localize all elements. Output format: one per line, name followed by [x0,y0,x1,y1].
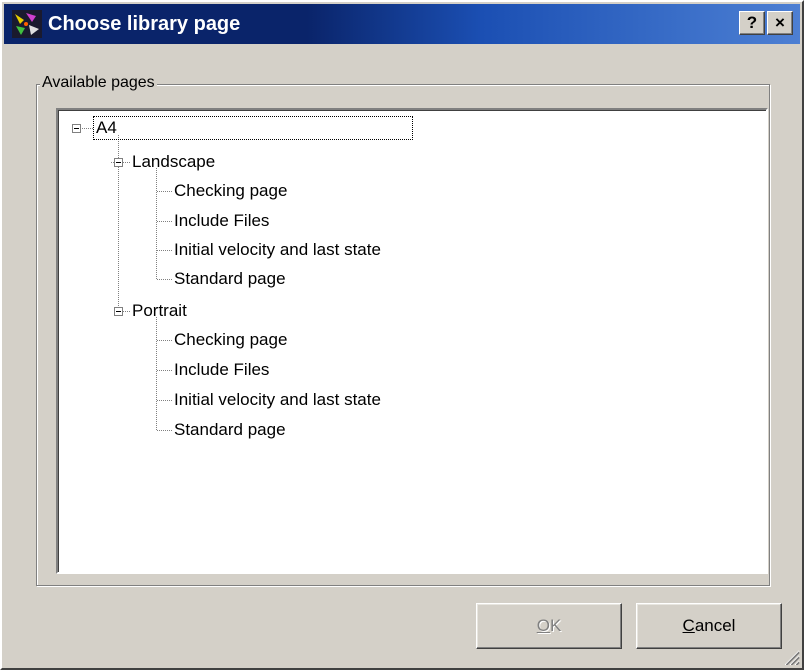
tree-node-a4[interactable]: A4 [93,116,413,140]
help-button[interactable]: ? [739,11,765,35]
tree-node-landscape[interactable]: Landscape [130,151,217,173]
expand-collapse-toggle-portrait[interactable] [114,307,123,316]
tree-node-portrait-standard-page[interactable]: Standard page [172,419,288,441]
close-button[interactable]: × [767,11,793,35]
ok-mnemonic: O [536,616,550,635]
ok-label-rest: K [549,616,562,635]
tree-connector-lines [80,128,172,431]
library-page-tree[interactable]: A4 Landscape Checking page Include Files… [56,108,768,574]
cancel-label-rest: ancel [694,616,736,635]
window-title: Choose library page [48,13,241,35]
group-label: Available pages [40,72,157,94]
expand-collapse-toggle-landscape[interactable] [114,158,123,167]
tree-node-landscape-standard-page[interactable]: Standard page [172,268,288,290]
tree-node-portrait-checking-page[interactable]: Checking page [172,329,289,351]
cancel-button[interactable]: Cancel [636,603,782,649]
cancel-mnemonic: C [682,616,695,635]
tree-node-landscape-checking-page[interactable]: Checking page [172,180,289,202]
tree-node-landscape-include-files[interactable]: Include Files [172,210,271,232]
tree-node-landscape-initial-velocity[interactable]: Initial velocity and last state [172,239,383,261]
ok-button[interactable]: OK [476,603,622,649]
title-bar[interactable]: Choose library page ? × [4,4,800,44]
tree-node-portrait[interactable]: Portrait [130,300,189,322]
app-icon [12,10,42,38]
expand-collapse-toggle-a4[interactable] [72,124,81,133]
resize-grip-icon[interactable] [782,648,800,666]
choose-library-page-dialog: Choose library page ? × Available pages [0,0,804,670]
tree-node-portrait-initial-velocity[interactable]: Initial velocity and last state [172,389,383,411]
tree-node-portrait-include-files[interactable]: Include Files [172,359,271,381]
